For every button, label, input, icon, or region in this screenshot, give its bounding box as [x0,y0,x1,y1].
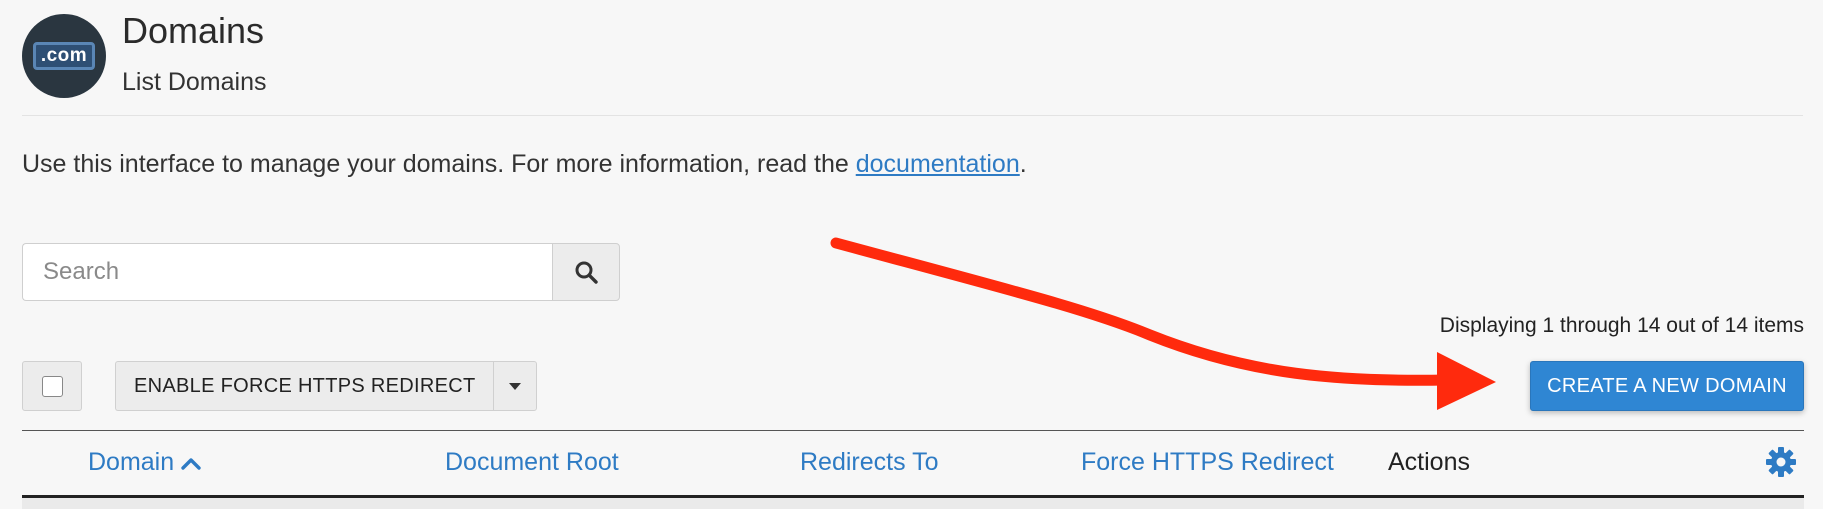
select-all-checkbox[interactable] [41,375,63,397]
search-box [22,243,620,301]
description-suffix: . [1019,150,1027,178]
bulk-action-group: ENABLE FORCE HTTPS REDIRECT [115,361,538,411]
header-divider [22,115,1803,116]
table-first-row-partial [22,498,1804,509]
search-button[interactable] [552,243,620,301]
column-header-document-root[interactable]: Document Root [445,448,619,477]
table-header: Domain Document Root Redirects To Force … [22,431,1804,495]
column-header-actions: Actions [1388,448,1470,476]
pagination-summary: Displaying 1 through 14 out of 14 items [1439,314,1804,337]
page-subtitle: List Domains [122,68,267,96]
column-header-domain[interactable]: Domain [88,448,202,477]
page-description: Use this interface to manage your domain… [22,150,1027,179]
table-settings-button[interactable] [1764,445,1798,479]
page-title: Domains [122,10,265,51]
column-header-redirects-to[interactable]: Redirects To [800,448,939,477]
search-input[interactable] [22,243,552,301]
gear-icon [1766,447,1796,477]
documentation-link[interactable]: documentation [856,150,1020,178]
domains-logo-icon: .com [22,14,106,98]
domains-page: .com Domains List Domains Use this inter… [0,0,1823,509]
enable-force-https-button[interactable]: ENABLE FORCE HTTPS REDIRECT [115,361,494,411]
dotcom-badge: .com [33,42,95,70]
bulk-action-dropdown-toggle[interactable] [493,361,538,411]
create-domain-button[interactable]: CREATE A NEW DOMAIN [1530,361,1804,411]
search-icon [575,261,598,284]
select-all-container [22,361,82,411]
caret-down-icon [509,382,522,390]
column-header-domain-label: Domain [88,448,175,476]
column-header-force-https[interactable]: Force HTTPS Redirect [1081,448,1334,477]
description-text: Use this interface to manage your domain… [22,150,856,178]
sort-ascending-icon [181,458,201,471]
